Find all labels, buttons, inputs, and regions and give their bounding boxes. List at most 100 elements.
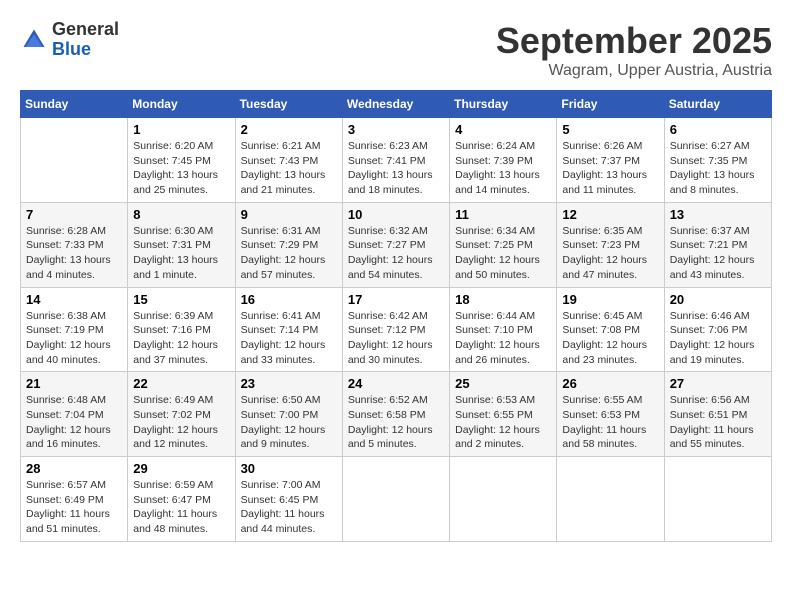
calendar-cell: 30 Sunrise: 7:00 AMSunset: 6:45 PMDayligh… xyxy=(235,457,342,542)
day-info: Sunrise: 6:53 AMSunset: 6:55 PMDaylight:… xyxy=(455,393,551,452)
calendar-cell: 27 Sunrise: 6:56 AMSunset: 6:51 PMDayligh… xyxy=(664,372,771,457)
day-info: Sunrise: 6:26 AMSunset: 7:37 PMDaylight:… xyxy=(562,139,658,198)
header-friday: Friday xyxy=(557,91,664,118)
day-info: Sunrise: 6:56 AMSunset: 6:51 PMDaylight:… xyxy=(670,393,766,452)
calendar-cell: 14 Sunrise: 6:38 AMSunset: 7:19 PMDayligh… xyxy=(21,287,128,372)
calendar-cell: 23 Sunrise: 6:50 AMSunset: 7:00 PMDayligh… xyxy=(235,372,342,457)
day-number: 11 xyxy=(455,207,551,222)
calendar-cell: 8 Sunrise: 6:30 AMSunset: 7:31 PMDaylight… xyxy=(128,202,235,287)
day-number: 9 xyxy=(241,207,337,222)
day-number: 14 xyxy=(26,292,122,307)
day-number: 17 xyxy=(348,292,444,307)
day-info: Sunrise: 6:31 AMSunset: 7:29 PMDaylight:… xyxy=(241,224,337,283)
calendar-cell: 20 Sunrise: 6:46 AMSunset: 7:06 PMDayligh… xyxy=(664,287,771,372)
header-saturday: Saturday xyxy=(664,91,771,118)
day-info: Sunrise: 6:37 AMSunset: 7:21 PMDaylight:… xyxy=(670,224,766,283)
logo: General Blue xyxy=(20,20,119,60)
day-info: Sunrise: 6:34 AMSunset: 7:25 PMDaylight:… xyxy=(455,224,551,283)
calendar-cell: 18Sunrise: 6:44 AMSunset: 7:10 PMDayligh… xyxy=(450,287,557,372)
calendar-cell: 24Sunrise: 6:52 AMSunset: 6:58 PMDayligh… xyxy=(342,372,449,457)
calendar-cell: 3Sunrise: 6:23 AMSunset: 7:41 PMDaylight… xyxy=(342,118,449,203)
day-info: Sunrise: 6:20 AMSunset: 7:45 PMDaylight:… xyxy=(133,139,229,198)
day-number: 22 xyxy=(133,376,229,391)
day-number: 18 xyxy=(455,292,551,307)
calendar-cell: 29Sunrise: 6:59 AMSunset: 6:47 PMDayligh… xyxy=(128,457,235,542)
day-info: Sunrise: 6:55 AMSunset: 6:53 PMDaylight:… xyxy=(562,393,658,452)
day-info: Sunrise: 6:28 AMSunset: 7:33 PMDaylight:… xyxy=(26,224,122,283)
day-number: 24 xyxy=(348,376,444,391)
day-number: 19 xyxy=(562,292,658,307)
calendar-cell: 9 Sunrise: 6:31 AMSunset: 7:29 PMDaylight… xyxy=(235,202,342,287)
calendar-cell: 2Sunrise: 6:21 AMSunset: 7:43 PMDaylight… xyxy=(235,118,342,203)
day-number: 6 xyxy=(670,122,766,137)
week-row-4: 21 Sunrise: 6:48 AMSunset: 7:04 PMDayligh… xyxy=(21,372,772,457)
calendar-cell xyxy=(21,118,128,203)
day-info: Sunrise: 6:32 AMSunset: 7:27 PMDaylight:… xyxy=(348,224,444,283)
day-number: 27 xyxy=(670,376,766,391)
header-thursday: Thursday xyxy=(450,91,557,118)
day-info: Sunrise: 6:41 AMSunset: 7:14 PMDaylight:… xyxy=(241,309,337,368)
calendar-cell: 22 Sunrise: 6:49 AMSunset: 7:02 PMDayligh… xyxy=(128,372,235,457)
title-block: September 2025 Wagram, Upper Austria, Au… xyxy=(496,20,772,80)
day-info: Sunrise: 6:59 AMSunset: 6:47 PMDaylight:… xyxy=(133,478,229,537)
day-info: Sunrise: 6:38 AMSunset: 7:19 PMDaylight:… xyxy=(26,309,122,368)
day-info: Sunrise: 6:21 AMSunset: 7:43 PMDaylight:… xyxy=(241,139,337,198)
week-row-5: 28 Sunrise: 6:57 AMSunset: 6:49 PMDayligh… xyxy=(21,457,772,542)
day-info: Sunrise: 6:42 AMSunset: 7:12 PMDaylight:… xyxy=(348,309,444,368)
day-number: 23 xyxy=(241,376,337,391)
week-row-1: 1 Sunrise: 6:20 AMSunset: 7:45 PMDaylight… xyxy=(21,118,772,203)
day-info: Sunrise: 6:35 AMSunset: 7:23 PMDaylight:… xyxy=(562,224,658,283)
day-info: Sunrise: 6:24 AMSunset: 7:39 PMDaylight:… xyxy=(455,139,551,198)
calendar-cell: 12 Sunrise: 6:35 AMSunset: 7:23 PMDayligh… xyxy=(557,202,664,287)
calendar-cell xyxy=(342,457,449,542)
logo-icon xyxy=(20,26,48,54)
day-number: 15 xyxy=(133,292,229,307)
day-number: 16 xyxy=(241,292,337,307)
calendar-cell: 19 Sunrise: 6:45 AMSunset: 7:08 PMDayligh… xyxy=(557,287,664,372)
day-number: 21 xyxy=(26,376,122,391)
calendar-cell: 16 Sunrise: 6:41 AMSunset: 7:14 PMDayligh… xyxy=(235,287,342,372)
day-number: 3 xyxy=(348,122,444,137)
day-info: Sunrise: 6:50 AMSunset: 7:00 PMDaylight:… xyxy=(241,393,337,452)
calendar-cell xyxy=(450,457,557,542)
calendar-cell xyxy=(664,457,771,542)
header-wednesday: Wednesday xyxy=(342,91,449,118)
calendar-cell: 26Sunrise: 6:55 AMSunset: 6:53 PMDayligh… xyxy=(557,372,664,457)
calendar-table: SundayMondayTuesdayWednesdayThursdayFrid… xyxy=(20,90,772,542)
day-number: 28 xyxy=(26,461,122,476)
day-number: 25 xyxy=(455,376,551,391)
month-title: September 2025 xyxy=(496,20,772,62)
calendar-cell xyxy=(557,457,664,542)
day-number: 20 xyxy=(670,292,766,307)
header-sunday: Sunday xyxy=(21,91,128,118)
calendar-cell: 10Sunrise: 6:32 AMSunset: 7:27 PMDayligh… xyxy=(342,202,449,287)
day-number: 4 xyxy=(455,122,551,137)
calendar-cell: 17 Sunrise: 6:42 AMSunset: 7:12 PMDayligh… xyxy=(342,287,449,372)
day-info: Sunrise: 6:57 AMSunset: 6:49 PMDaylight:… xyxy=(26,478,122,537)
week-row-3: 14 Sunrise: 6:38 AMSunset: 7:19 PMDayligh… xyxy=(21,287,772,372)
calendar-cell: 6 Sunrise: 6:27 AMSunset: 7:35 PMDaylight… xyxy=(664,118,771,203)
logo-text: General Blue xyxy=(52,20,119,60)
day-info: Sunrise: 6:30 AMSunset: 7:31 PMDaylight:… xyxy=(133,224,229,283)
calendar-cell: 13Sunrise: 6:37 AMSunset: 7:21 PMDayligh… xyxy=(664,202,771,287)
day-info: Sunrise: 6:48 AMSunset: 7:04 PMDaylight:… xyxy=(26,393,122,452)
calendar-header-row: SundayMondayTuesdayWednesdayThursdayFrid… xyxy=(21,91,772,118)
calendar-cell: 21 Sunrise: 6:48 AMSunset: 7:04 PMDayligh… xyxy=(21,372,128,457)
day-info: Sunrise: 7:00 AMSunset: 6:45 PMDaylight:… xyxy=(241,478,337,537)
day-number: 5 xyxy=(562,122,658,137)
calendar-cell: 7Sunrise: 6:28 AMSunset: 7:33 PMDaylight… xyxy=(21,202,128,287)
calendar-cell: 4 Sunrise: 6:24 AMSunset: 7:39 PMDaylight… xyxy=(450,118,557,203)
day-info: Sunrise: 6:27 AMSunset: 7:35 PMDaylight:… xyxy=(670,139,766,198)
day-info: Sunrise: 6:46 AMSunset: 7:06 PMDaylight:… xyxy=(670,309,766,368)
day-number: 30 xyxy=(241,461,337,476)
calendar-cell: 1 Sunrise: 6:20 AMSunset: 7:45 PMDaylight… xyxy=(128,118,235,203)
location-title: Wagram, Upper Austria, Austria xyxy=(496,62,772,80)
day-info: Sunrise: 6:49 AMSunset: 7:02 PMDaylight:… xyxy=(133,393,229,452)
day-number: 8 xyxy=(133,207,229,222)
week-row-2: 7Sunrise: 6:28 AMSunset: 7:33 PMDaylight… xyxy=(21,202,772,287)
day-number: 12 xyxy=(562,207,658,222)
day-number: 1 xyxy=(133,122,229,137)
day-info: Sunrise: 6:45 AMSunset: 7:08 PMDaylight:… xyxy=(562,309,658,368)
header-monday: Monday xyxy=(128,91,235,118)
page-header: General Blue September 2025 Wagram, Uppe… xyxy=(20,20,772,80)
